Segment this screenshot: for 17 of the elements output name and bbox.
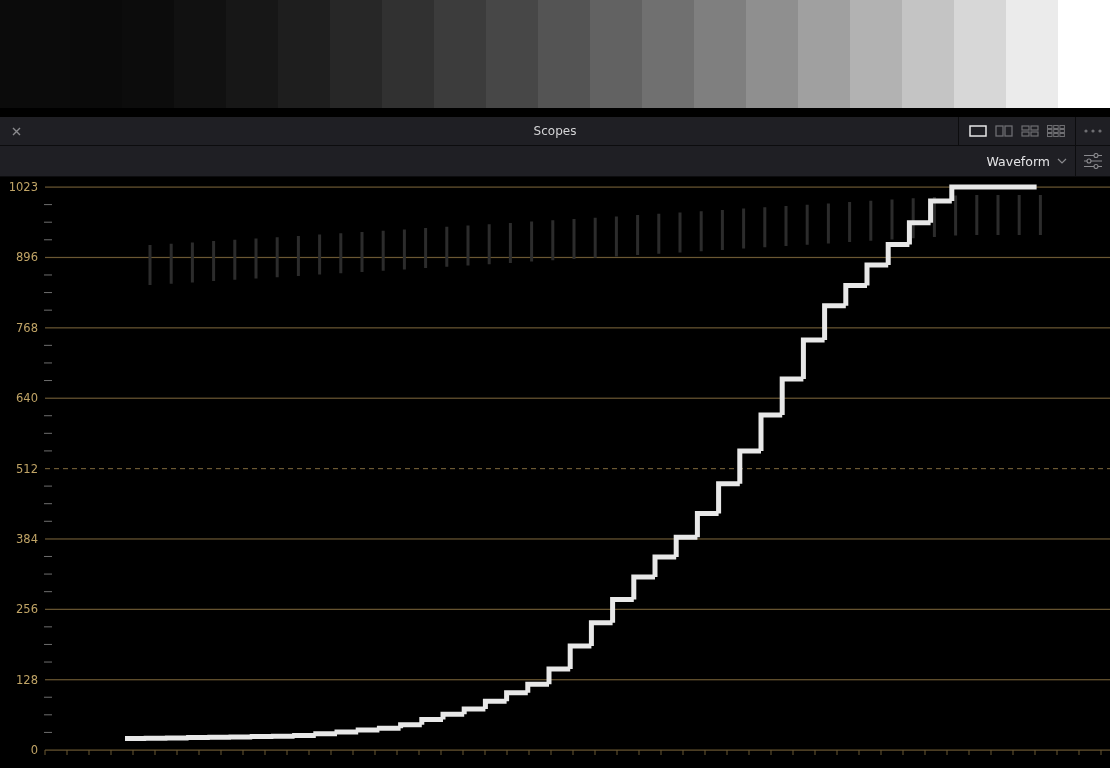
settings-icon[interactable]	[1084, 153, 1102, 169]
layout-button[interactable]	[1047, 125, 1065, 137]
more-icon[interactable]	[1084, 129, 1102, 133]
axis-label: 256	[16, 602, 38, 617]
caret-icon	[1057, 158, 1067, 164]
axis-label: 1023	[8, 180, 38, 194]
axis-label: 640	[16, 391, 38, 406]
axis-label: 896	[16, 250, 38, 265]
panel-title: Scopes	[533, 124, 577, 138]
scope-type-dropdown[interactable]: Waveform	[978, 153, 1075, 169]
layout-button[interactable]	[969, 125, 987, 137]
axis-label: 0	[30, 743, 38, 757]
axis-label: 512	[16, 461, 38, 476]
close-icon[interactable]	[12, 126, 21, 136]
axis-label: 128	[16, 672, 38, 687]
axis-label: 768	[16, 320, 38, 335]
axis-label: 384	[16, 531, 38, 546]
